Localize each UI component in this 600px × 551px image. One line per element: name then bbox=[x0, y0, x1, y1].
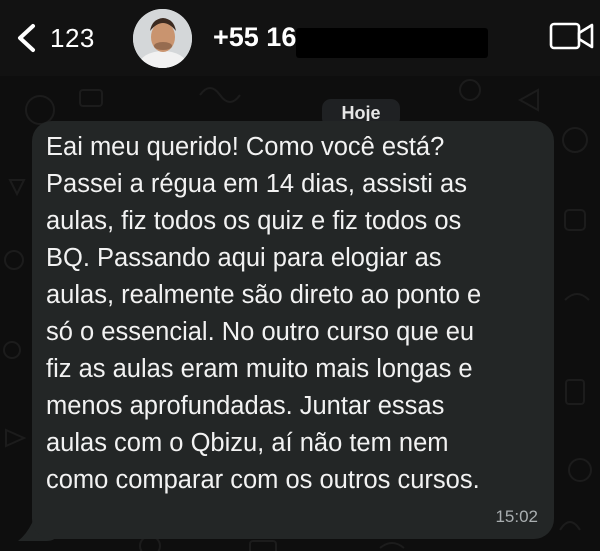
message-text: Eai meu querido! Como você está? Passei … bbox=[46, 133, 482, 494]
message-bubble[interactable]: Eai meu querido! Como você está? Passei … bbox=[32, 121, 554, 539]
redaction-bar bbox=[296, 28, 488, 58]
contact-name[interactable]: +55 16 bbox=[213, 22, 296, 53]
back-button[interactable]: 123 bbox=[14, 16, 95, 60]
message-timestamp: 15:02 bbox=[495, 507, 538, 526]
unread-count: 123 bbox=[50, 22, 95, 53]
video-camera-icon bbox=[549, 22, 594, 50]
chat-header: 123 +55 16 bbox=[0, 0, 600, 76]
chevron-left-icon bbox=[18, 24, 35, 52]
avatar[interactable] bbox=[133, 9, 192, 68]
video-call-button[interactable] bbox=[548, 20, 596, 52]
